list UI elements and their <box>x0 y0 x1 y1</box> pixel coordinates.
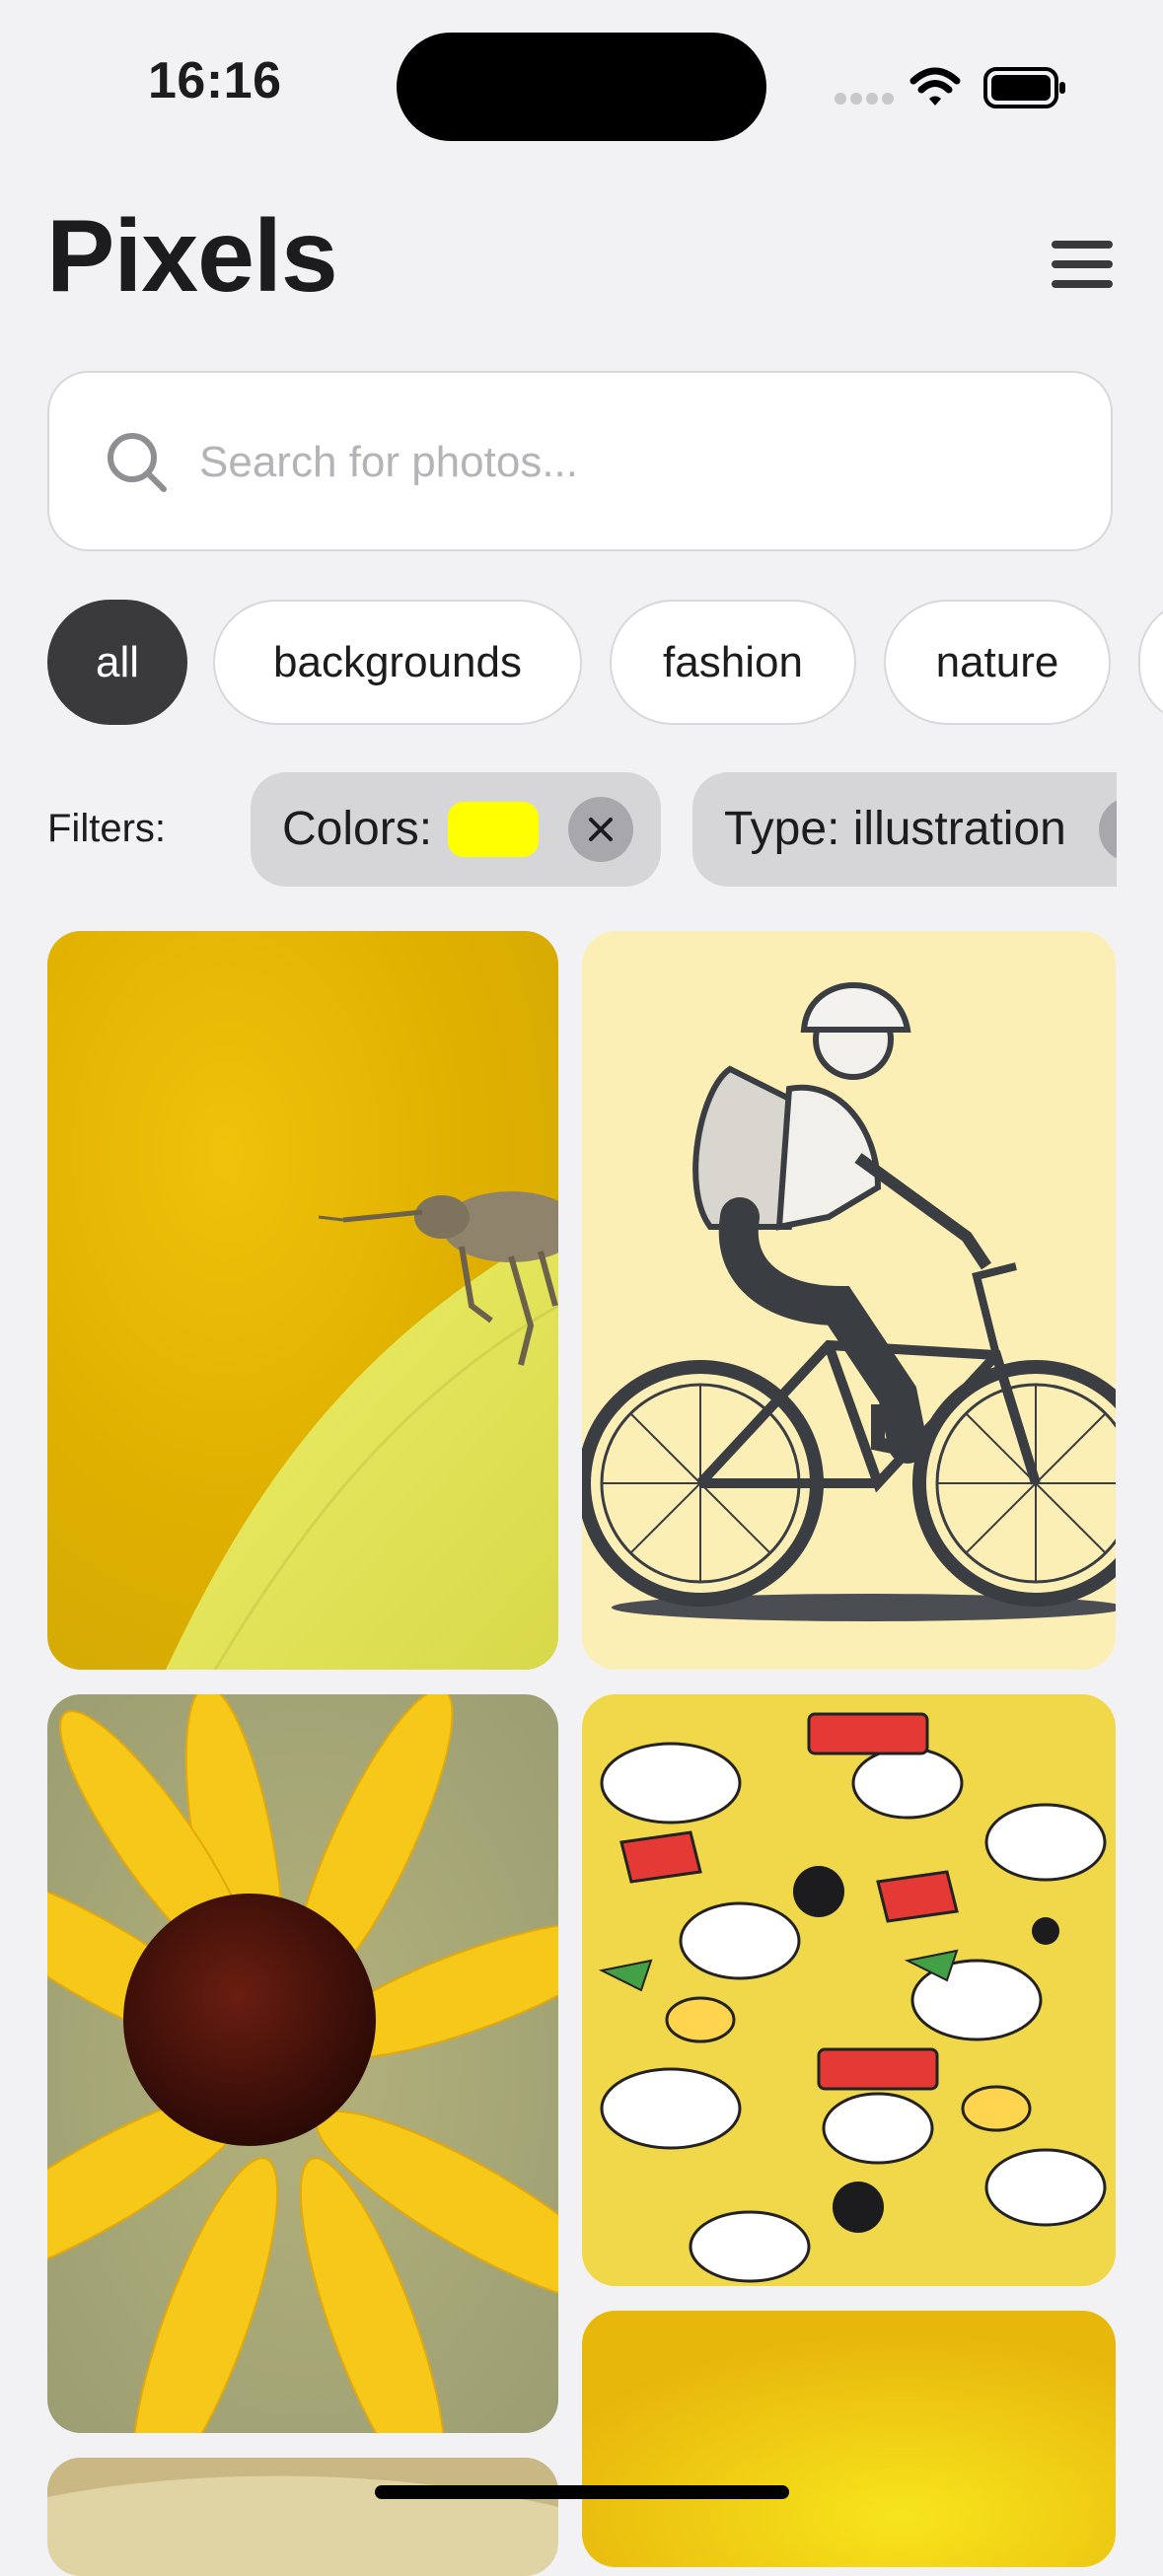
filter-pill-type[interactable]: Type: illustration <box>692 772 1117 887</box>
beige-photo-partial <box>47 2458 558 2576</box>
photo-card-4[interactable] <box>582 1694 1116 2286</box>
status-indicators <box>835 63 1067 112</box>
search-bar[interactable] <box>47 371 1113 551</box>
status-time: 16:16 <box>148 52 282 109</box>
chip-all[interactable]: all <box>47 600 187 725</box>
photo-card-3[interactable] <box>47 1694 558 2433</box>
photo-card-2[interactable] <box>582 931 1116 1670</box>
menu-button[interactable] <box>1044 233 1115 296</box>
category-chips: all backgrounds fashion nature <box>47 600 1163 729</box>
cyclist-illustration <box>582 931 1116 1670</box>
search-icon <box>108 433 167 492</box>
chip-nature[interactable]: nature <box>884 600 1111 725</box>
yellow-flower-photo <box>47 1694 558 2433</box>
filter-type-label: Type: illustration <box>724 803 1066 855</box>
page-title: Pixels <box>46 199 338 314</box>
weevil-on-yellow-petal-photo <box>47 931 558 1670</box>
comic-pattern-illustration <box>582 1694 1116 2286</box>
remove-filter-type-button[interactable] <box>1099 797 1117 862</box>
close-icon <box>589 818 613 841</box>
chip-backgrounds[interactable]: backgrounds <box>213 600 582 725</box>
search-input[interactable] <box>197 422 1069 503</box>
chip-next-partial[interactable] <box>1138 600 1163 725</box>
chip-fashion[interactable]: fashion <box>610 600 856 725</box>
battery-icon <box>983 67 1065 108</box>
photo-card-1[interactable] <box>47 931 558 1670</box>
remove-filter-colors-button[interactable] <box>568 797 633 862</box>
photo-card-5[interactable] <box>582 2311 1116 2567</box>
filter-pill-colors[interactable]: Colors: <box>251 772 661 887</box>
filters-label: Filters: <box>47 807 166 850</box>
color-swatch <box>448 802 539 857</box>
cellular-signal-icon <box>835 67 1065 108</box>
active-filters: Colors: Type: illustration <box>251 772 1117 887</box>
hamburger-menu-icon <box>1052 241 1113 249</box>
yellow-photo-partial <box>582 2311 1116 2567</box>
filter-colors-label: Colors: <box>282 803 433 855</box>
photo-card-6[interactable] <box>47 2458 558 2576</box>
wifi-icon <box>909 67 961 106</box>
home-indicator <box>375 2485 789 2499</box>
dynamic-island <box>397 33 766 141</box>
